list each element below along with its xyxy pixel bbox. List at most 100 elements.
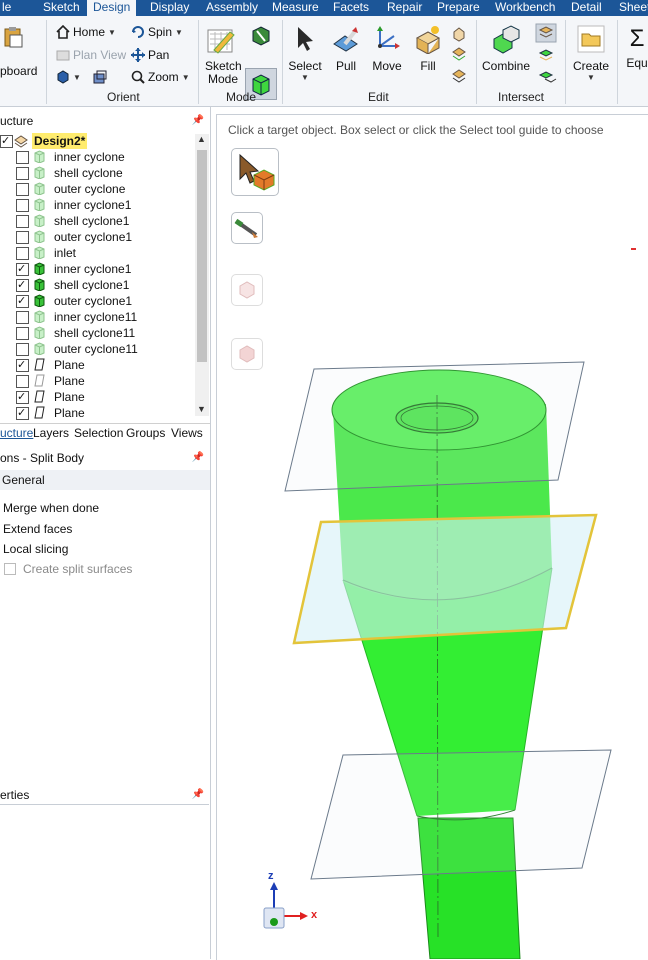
tree-item[interactable]: outer cyclone1	[0, 229, 195, 245]
zoom-button[interactable]: Zoom ▼	[131, 70, 190, 84]
extend-faces-option[interactable]: Extend faces	[3, 522, 72, 536]
split-plane-bottom[interactable]	[310, 749, 612, 880]
pin-icon[interactable]: 📌	[192, 448, 204, 468]
visibility-checkbox[interactable]	[16, 167, 29, 180]
solid-body-icon	[34, 294, 45, 307]
visibility-checkbox[interactable]	[16, 293, 29, 309]
cyclone-model[interactable]	[217, 115, 648, 959]
zoom-icon	[131, 70, 145, 84]
tree-root[interactable]: Design2*	[0, 133, 195, 149]
menu-tab-assembly[interactable]: Assembly	[206, 0, 258, 16]
pan-button[interactable]: Pan	[131, 48, 169, 62]
menu-tab-measure[interactable]: Measure	[272, 0, 319, 16]
home-button[interactable]: Home ▼	[56, 25, 116, 39]
shell-icon[interactable]	[453, 27, 465, 42]
visibility-checkbox[interactable]	[16, 247, 29, 260]
visibility-checkbox[interactable]	[16, 375, 29, 388]
cube-icon	[57, 70, 69, 84]
visibility-checkbox[interactable]	[16, 199, 29, 212]
mode-group-label: Mode	[226, 90, 257, 104]
menu-tab-file[interactable]: le	[2, 0, 11, 16]
plane-icon	[34, 406, 45, 419]
visibility-checkbox[interactable]	[16, 389, 29, 405]
view-cube-button[interactable]: ▼	[56, 70, 81, 84]
paste-icon[interactable]	[2, 26, 24, 48]
visibility-checkbox[interactable]	[16, 151, 29, 164]
tree-item[interactable]: Plane	[0, 389, 195, 405]
visibility-checkbox[interactable]	[16, 405, 29, 421]
split-plane-selected[interactable]	[292, 513, 598, 645]
tree-item[interactable]: shell cyclone1	[0, 277, 195, 293]
tree-scroll-thumb[interactable]	[197, 150, 207, 362]
tab-selection[interactable]: Selection	[74, 424, 123, 442]
section-mode-icon[interactable]	[251, 25, 271, 47]
tree-item[interactable]: shell cyclone	[0, 165, 195, 181]
fill-icon	[415, 26, 441, 55]
tree-item[interactable]: Plane	[0, 405, 195, 421]
move-tool-button[interactable]: Move	[369, 24, 405, 73]
menu-tab-workbench[interactable]: Workbench	[495, 0, 555, 16]
combine-icon	[493, 25, 520, 54]
menu-tab-facets[interactable]: Facets	[333, 0, 369, 16]
create-split-surfaces-checkbox[interactable]	[4, 563, 16, 575]
tree-item[interactable]: Plane	[0, 357, 195, 373]
select-tool-button[interactable]: Select ▼	[287, 24, 323, 82]
plan-view-button[interactable]: Plan View	[56, 48, 126, 62]
pull-icon	[333, 27, 358, 52]
menu-tab-design[interactable]: Design	[87, 0, 137, 16]
scroll-down-icon[interactable]: ▼	[197, 404, 206, 414]
tree-item[interactable]: inlet	[0, 245, 195, 261]
tree-item[interactable]: shell cyclone11	[0, 325, 195, 341]
tree-item[interactable]: inner cyclone11	[0, 309, 195, 325]
fill-tool-button[interactable]: Fill	[410, 24, 446, 73]
menu-tab-prepare[interactable]: Prepare	[437, 0, 480, 16]
visibility-checkbox[interactable]	[16, 327, 29, 340]
tab-views[interactable]: Views	[171, 424, 203, 442]
tree-item-label: inlet	[54, 246, 77, 260]
pan-icon	[131, 48, 145, 62]
pin-icon[interactable]: 📌	[192, 111, 204, 131]
tree-item[interactable]: Plane	[0, 373, 195, 389]
tree-item[interactable]: inner cyclone1	[0, 261, 195, 277]
menu-tab-repair[interactable]: Repair	[387, 0, 422, 16]
tab-groups[interactable]: Groups	[126, 424, 165, 442]
split-plane-top[interactable]	[284, 361, 585, 492]
tab-structure[interactable]: ucture	[0, 424, 33, 442]
scroll-up-icon[interactable]: ▲	[197, 134, 206, 144]
visibility-checkbox[interactable]	[16, 277, 29, 293]
visibility-checkbox[interactable]	[16, 183, 29, 196]
create-button[interactable]: Create ▼	[570, 24, 612, 82]
visibility-checkbox[interactable]	[16, 215, 29, 228]
general-section-header[interactable]: General	[0, 470, 210, 490]
visibility-checkbox[interactable]	[16, 357, 29, 373]
combine-tool-button[interactable]: Combine	[482, 24, 530, 73]
tree-item-label: outer cyclone11	[54, 342, 138, 356]
menu-tab-display[interactable]: Display	[150, 0, 189, 16]
tree-item[interactable]: inner cyclone1	[0, 197, 195, 213]
tree-item[interactable]: inner cyclone	[0, 149, 195, 165]
tab-layers[interactable]: Layers	[33, 424, 69, 442]
pin-icon[interactable]: 📌	[192, 785, 204, 805]
menu-tab-sketch[interactable]: Sketch	[43, 0, 80, 16]
tree-item[interactable]: outer cyclone1	[0, 293, 195, 309]
spin-icon	[132, 26, 144, 38]
visibility-checkbox[interactable]	[16, 261, 29, 277]
tree-item[interactable]: outer cyclone11	[0, 341, 195, 357]
menu-tab-detail[interactable]: Detail	[571, 0, 602, 16]
menu-tab-sheet[interactable]: Sheet	[619, 0, 648, 16]
visibility-checkbox[interactable]	[16, 343, 29, 356]
properties-panel-header: erties 📌	[0, 785, 210, 805]
visibility-checkbox[interactable]	[16, 311, 29, 324]
pull-tool-button[interactable]: Pull	[328, 24, 364, 73]
visibility-checkbox[interactable]	[16, 231, 29, 244]
sketch-pencil-icon[interactable]	[206, 26, 236, 56]
local-slicing-option[interactable]: Local slicing	[3, 542, 68, 556]
tree-item[interactable]: shell cyclone1	[0, 213, 195, 229]
shaded-view-icon[interactable]	[92, 70, 108, 86]
tree-item[interactable]: outer cyclone	[0, 181, 195, 197]
solid-body-icon	[34, 150, 45, 163]
equation-button[interactable]: Σ Equ	[622, 24, 648, 70]
spin-button[interactable]: Spin ▼	[131, 25, 183, 39]
merge-when-done-option[interactable]: Merge when done	[3, 501, 99, 515]
root-checkbox[interactable]	[0, 133, 13, 149]
